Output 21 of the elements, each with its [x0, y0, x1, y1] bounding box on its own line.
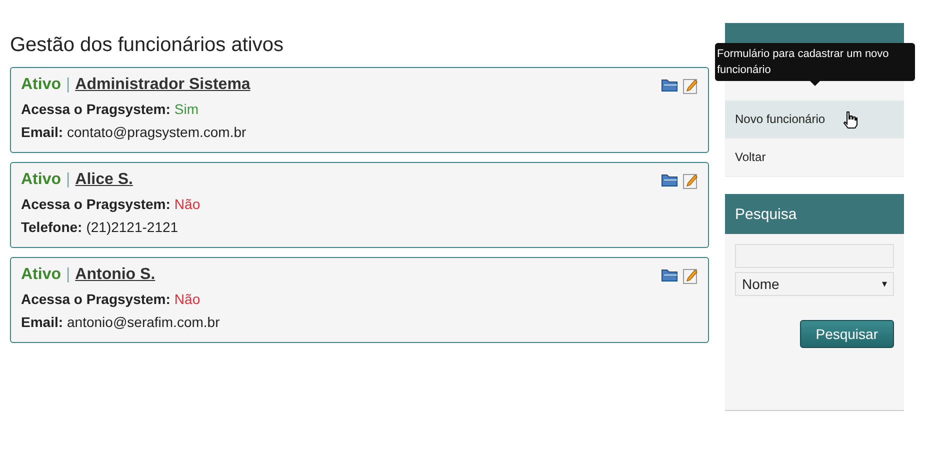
caret-icon: ▾: [882, 278, 887, 290]
separator: |: [66, 171, 70, 189]
field-value: contato@pragsystem.com.br: [67, 124, 246, 140]
separator: |: [66, 266, 70, 284]
field-value: antonio@serafim.com.br: [67, 314, 220, 330]
status-label: Ativo: [21, 76, 61, 94]
field-label: Acessa o Pragsystem:: [21, 101, 170, 117]
panel-title: Pesquisa: [725, 194, 904, 234]
field-label: Telefone:: [21, 219, 82, 235]
field-value: (21)2121-2121: [86, 219, 178, 235]
access-value: Não: [174, 196, 200, 212]
page-title: Gestão dos funcionários ativos: [10, 34, 284, 57]
status-label: Ativo: [21, 266, 61, 284]
access-value: Sim: [174, 101, 199, 117]
field-label: Email:: [21, 124, 64, 140]
status-label: Ativo: [21, 171, 61, 189]
field-label: Acessa o Pragsystem:: [21, 196, 170, 212]
field-label: Email:: [21, 314, 64, 330]
separator: |: [66, 76, 70, 94]
access-value: Não: [174, 291, 200, 307]
field-label: Acessa o Pragsystem:: [21, 291, 170, 307]
